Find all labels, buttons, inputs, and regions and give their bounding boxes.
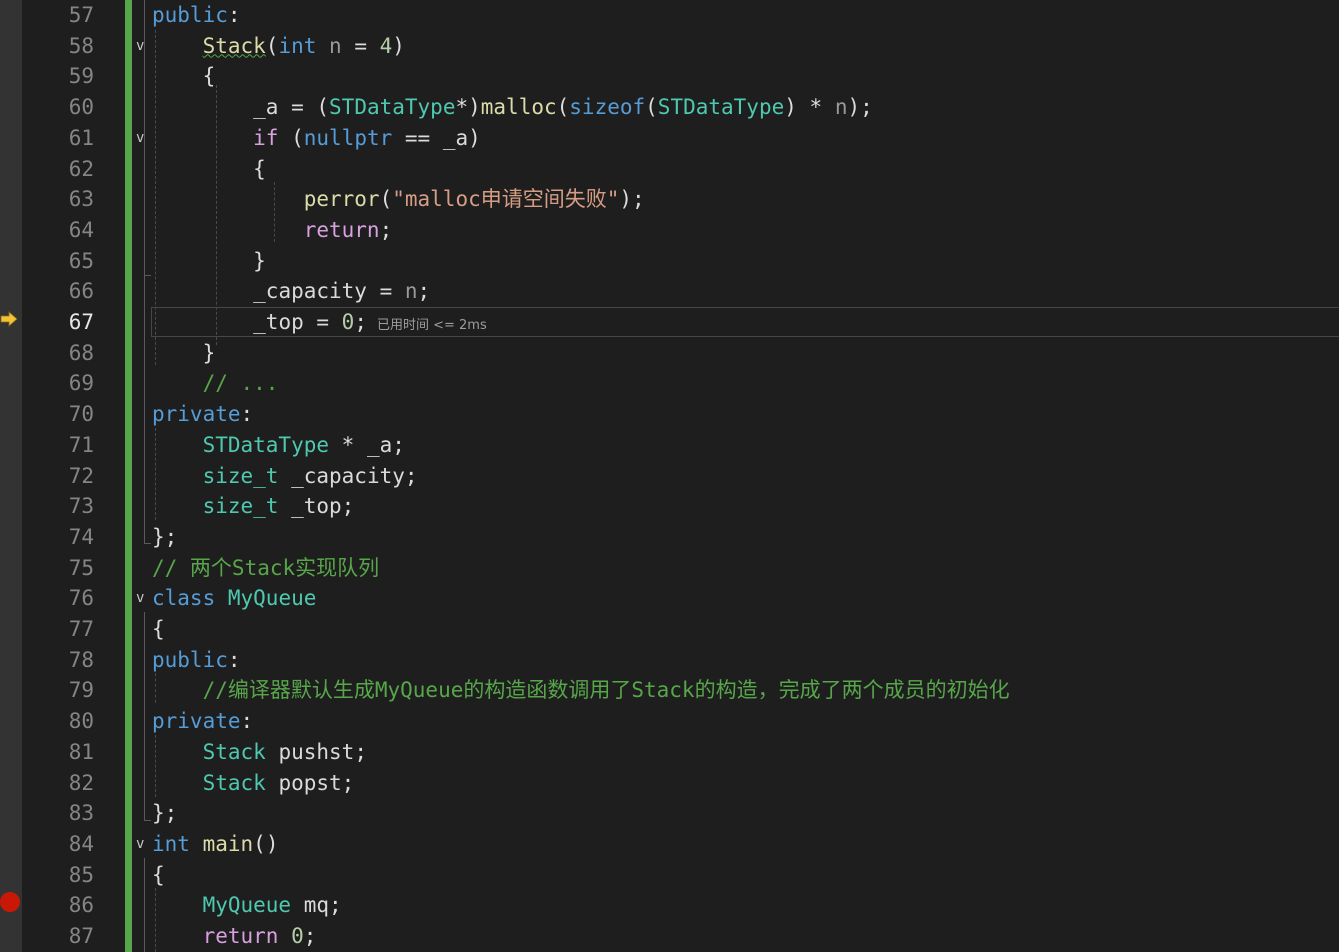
code-line[interactable]: 62 { xyxy=(0,154,1339,185)
line-number: 86 xyxy=(68,893,94,918)
code-text[interactable]: size_t _top; xyxy=(152,491,355,522)
code-line[interactable]: 73 size_t _top; xyxy=(0,491,1339,522)
line-number: 62 xyxy=(68,156,94,181)
code-line[interactable]: 72 size_t _capacity; xyxy=(0,461,1339,492)
code-text[interactable]: private: xyxy=(152,399,253,430)
fold-chevron-down-icon[interactable]: v xyxy=(136,123,144,154)
code-text[interactable]: _top = 0; 已用时间 <= 2ms xyxy=(152,307,487,342)
line-number: 64 xyxy=(68,217,94,242)
fold-chevron-down-icon[interactable]: v xyxy=(136,829,144,860)
code-line[interactable]: 86 MyQueue mq; xyxy=(0,890,1339,921)
line-number: 83 xyxy=(68,801,94,826)
code-text[interactable]: { xyxy=(152,154,266,185)
code-line[interactable]: 81 Stack pushst; xyxy=(0,737,1339,768)
code-line[interactable]: 64 return; xyxy=(0,215,1339,246)
line-number: 78 xyxy=(68,647,94,672)
line-number: 68 xyxy=(68,340,94,365)
code-line[interactable]: 70 private: xyxy=(0,399,1339,430)
line-number: 61 xyxy=(68,125,94,150)
code-text[interactable]: } xyxy=(152,246,266,277)
line-number: 75 xyxy=(68,555,94,580)
code-line[interactable]: 75 // 两个Stack实现队列 xyxy=(0,553,1339,584)
code-line[interactable]: 68 } xyxy=(0,338,1339,369)
line-number: 80 xyxy=(68,709,94,734)
line-number: 67 xyxy=(68,310,94,334)
code-line[interactable]: 69 // ... xyxy=(0,368,1339,399)
code-line[interactable]: 74 }; xyxy=(0,522,1339,553)
line-number: 82 xyxy=(68,770,94,795)
perf-tip[interactable]: 已用时间 <= 2ms xyxy=(377,318,487,333)
code-text[interactable]: if (nullptr == _a) xyxy=(152,123,481,154)
line-number: 74 xyxy=(68,524,94,549)
line-number: 65 xyxy=(68,248,94,273)
code-text[interactable]: // 两个Stack实现队列 xyxy=(152,553,379,584)
code-text[interactable]: size_t _capacity; xyxy=(152,461,418,492)
code-text[interactable]: }; xyxy=(152,522,177,553)
line-number: 73 xyxy=(68,494,94,519)
line-number: 63 xyxy=(68,187,94,212)
code-text[interactable]: Stack(int n = 4) xyxy=(152,31,405,62)
line-number: 87 xyxy=(68,924,94,948)
code-line[interactable]: 63 perror("malloc申请空间失败"); xyxy=(0,184,1339,215)
code-line[interactable]: 84 v int main() xyxy=(0,829,1339,860)
code-text[interactable]: return 0; xyxy=(152,921,317,952)
line-number: 69 xyxy=(68,371,94,396)
line-number: 85 xyxy=(68,862,94,887)
code-line[interactable]: 80 private: xyxy=(0,706,1339,737)
code-text[interactable]: // ... xyxy=(152,368,279,399)
code-line[interactable]: 83 }; xyxy=(0,798,1339,829)
code-line[interactable]: 85 { xyxy=(0,860,1339,891)
code-text[interactable]: } xyxy=(152,338,216,369)
code-line[interactable]: 79 //编译器默认生成MyQueue的构造函数调用了Stack的构造，完成了两… xyxy=(0,675,1339,706)
code-line[interactable]: 78 public: xyxy=(0,645,1339,676)
code-line[interactable]: 87 return 0; xyxy=(0,921,1339,952)
code-line[interactable]: 59 { xyxy=(0,61,1339,92)
line-number: 76 xyxy=(68,586,94,611)
current-code-line[interactable]: 67 _top = 0; 已用时间 <= 2ms xyxy=(0,307,1339,338)
code-text[interactable]: perror("malloc申请空间失败"); xyxy=(152,184,645,215)
code-line[interactable]: 61 v if (nullptr == _a) xyxy=(0,123,1339,154)
line-number: 58 xyxy=(68,33,94,58)
code-text[interactable]: { xyxy=(152,860,165,891)
code-text[interactable]: }; xyxy=(152,798,177,829)
fold-chevron-down-icon[interactable]: v xyxy=(136,583,144,614)
line-number: 57 xyxy=(68,3,94,27)
code-text[interactable]: //编译器默认生成MyQueue的构造函数调用了Stack的构造，完成了两个成员… xyxy=(152,675,1010,706)
code-text[interactable]: Stack popst; xyxy=(152,768,355,799)
code-editor[interactable]: 57 public: 58 v Stack(int n = 4) 59 { 60… xyxy=(0,0,1339,952)
line-number: 84 xyxy=(68,831,94,856)
code-text[interactable]: int main() xyxy=(152,829,278,860)
code-line[interactable]: 58 v Stack(int n = 4) xyxy=(0,31,1339,62)
code-line[interactable]: 57 public: xyxy=(0,0,1339,31)
code-text[interactable]: { xyxy=(152,61,216,92)
line-number: 81 xyxy=(68,739,94,764)
code-text[interactable]: public: xyxy=(152,0,241,31)
code-line[interactable]: 66 _capacity = n; xyxy=(0,276,1339,307)
code-line[interactable]: 71 STDataType * _a; xyxy=(0,430,1339,461)
line-number: 77 xyxy=(68,617,94,641)
line-number: 79 xyxy=(68,678,94,703)
line-number: 59 xyxy=(68,64,94,89)
code-text[interactable]: return; xyxy=(152,215,393,246)
code-text[interactable]: { xyxy=(152,614,165,645)
code-line[interactable]: 82 Stack popst; xyxy=(0,768,1339,799)
code-text[interactable]: public: xyxy=(152,645,241,676)
code-text[interactable]: MyQueue mq; xyxy=(152,890,342,921)
code-line[interactable]: 77 { xyxy=(0,614,1339,645)
line-number: 66 xyxy=(68,279,94,304)
code-text[interactable]: class MyQueue xyxy=(152,583,316,614)
code-text[interactable]: private: xyxy=(152,706,253,737)
fold-chevron-down-icon[interactable]: v xyxy=(136,31,144,62)
line-number: 60 xyxy=(68,95,94,120)
code-text[interactable]: _capacity = n; xyxy=(152,276,430,307)
code-text[interactable]: _a = (STDataType*)malloc(sizeof(STDataTy… xyxy=(152,92,873,123)
line-number: 70 xyxy=(68,402,94,427)
code-line[interactable]: 65 } xyxy=(0,246,1339,277)
code-line[interactable]: 60 _a = (STDataType*)malloc(sizeof(STDat… xyxy=(0,92,1339,123)
code-line[interactable]: 76 v class MyQueue xyxy=(0,583,1339,614)
line-number: 71 xyxy=(68,432,94,457)
code-text[interactable]: Stack pushst; xyxy=(152,737,367,768)
code-text[interactable]: STDataType * _a; xyxy=(152,430,405,461)
line-number: 72 xyxy=(68,463,94,488)
